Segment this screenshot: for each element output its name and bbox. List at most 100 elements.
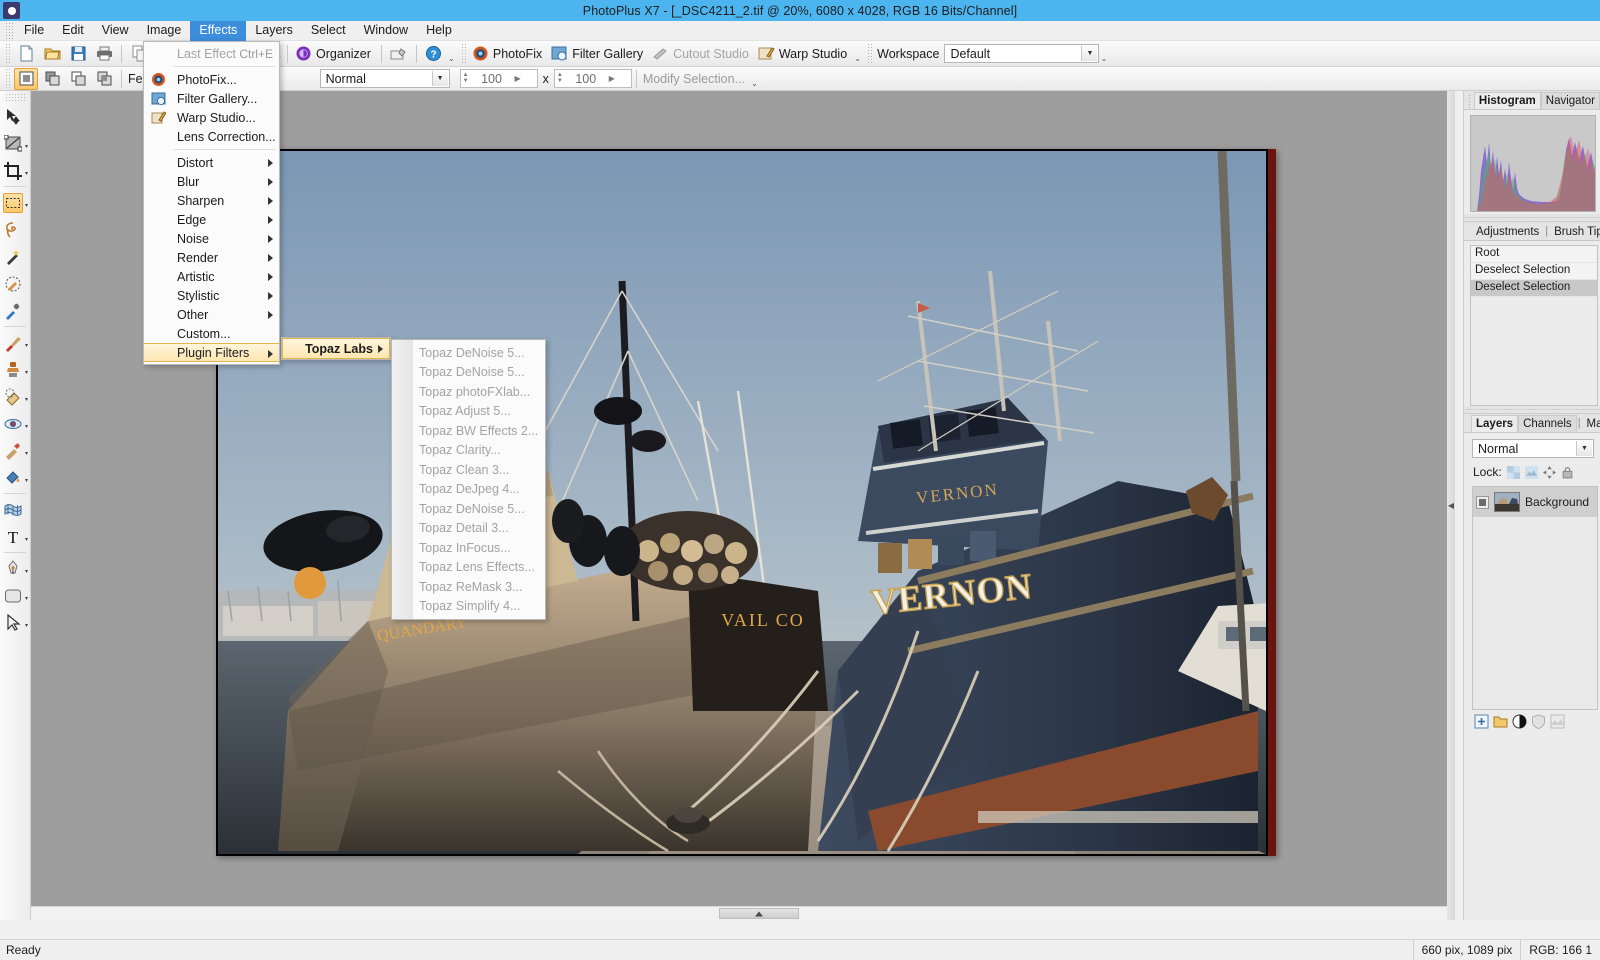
menu-item-photofix[interactable]: PhotoFix... — [144, 70, 279, 89]
lock-all-icon[interactable] — [1561, 466, 1574, 479]
menu-item-topaz-adjust[interactable]: Topaz Adjust 5... — [392, 402, 545, 422]
smudge-flyout-icon[interactable]: ▾ — [25, 450, 28, 457]
menu-item-noise[interactable]: Noise — [144, 229, 279, 248]
workspace-toolbar-overflow[interactable]: ⌄ — [1099, 43, 1108, 65]
horizontal-scrollbar[interactable] — [31, 906, 1455, 920]
histogram-panel-grip-icon[interactable] — [1468, 94, 1471, 108]
menu-item-topaz-photofxlab[interactable]: Topaz photoFXlab... — [392, 382, 545, 402]
quickfix-button[interactable] — [387, 43, 411, 65]
menu-edit[interactable]: Edit — [53, 21, 93, 41]
flood-fill-tool[interactable]: ▾ — [0, 464, 30, 491]
lock-image-icon[interactable] — [1524, 465, 1538, 479]
smudge-tool[interactable]: ▾ — [0, 437, 30, 464]
eraser-flyout-icon[interactable]: ▾ — [25, 396, 28, 403]
magic-wand-tool[interactable] — [0, 243, 30, 270]
tab-mask[interactable]: Mask — [1582, 415, 1600, 432]
eraser-tool[interactable]: ▾ — [0, 383, 30, 410]
menu-item-warp-studio[interactable]: Warp Studio... — [144, 108, 279, 127]
selection-width-stepper[interactable]: ▲ ▼ 100 ▶ — [459, 69, 538, 88]
menu-item-sharpen[interactable]: Sharpen — [144, 191, 279, 210]
studio-toolbar-overflow[interactable]: ⌄ — [853, 43, 862, 65]
history-item-deselect-2[interactable]: Deselect Selection — [1471, 280, 1597, 297]
workspace-select[interactable]: Default ▼ — [944, 44, 1100, 63]
menu-item-render[interactable]: Render — [144, 248, 279, 267]
clone-stamp-tool[interactable]: ▾ — [0, 356, 30, 383]
paintbrush-tool[interactable]: ▾ — [0, 329, 30, 356]
menu-item-topaz-detail[interactable]: Topaz Detail 3... — [392, 519, 545, 539]
menu-item-topaz-simplify[interactable]: Topaz Simplify 4... — [392, 597, 545, 617]
color-picker-tool[interactable] — [0, 297, 30, 324]
stepper-arrows-icon[interactable]: ▲ ▼ — [463, 72, 469, 84]
lock-position-icon[interactable] — [1542, 465, 1556, 479]
clone-flyout-icon[interactable]: ▾ — [25, 369, 28, 376]
crop-flyout-icon[interactable]: ▾ — [25, 170, 28, 177]
shape-tool[interactable]: ▾ — [0, 582, 30, 609]
menu-item-edge[interactable]: Edge — [144, 210, 279, 229]
menu-image[interactable]: Image — [138, 21, 191, 41]
new-selection-button[interactable] — [14, 67, 38, 90]
lasso-tool[interactable] — [0, 216, 30, 243]
panel-drag-handle-1[interactable] — [1464, 214, 1600, 222]
chevron-down-icon-3[interactable]: ▼ — [1576, 441, 1592, 456]
menu-item-last-effect[interactable]: Last Effect Ctrl+E — [144, 44, 279, 63]
mesh-warp-tool[interactable] — [0, 496, 30, 523]
menu-window[interactable]: Window — [355, 21, 417, 41]
toolbar-grip-icon[interactable] — [4, 43, 11, 64]
photofix-button[interactable]: PhotoFix — [469, 43, 548, 64]
horizontal-scrollbar-thumb[interactable] — [719, 908, 799, 919]
layer-mask-button[interactable] — [1531, 714, 1546, 729]
studio-toolbar-grip-icon[interactable] — [459, 43, 467, 64]
marquee-flyout-icon[interactable]: ▾ — [25, 202, 28, 209]
menu-item-topaz-clarity[interactable]: Topaz Clarity... — [392, 441, 545, 461]
crop-tool[interactable]: ▾ — [0, 157, 30, 184]
layer-blend-mode-select[interactable]: Normal ▼ — [1472, 439, 1594, 458]
menu-item-topaz-bw-effects[interactable]: Topaz BW Effects 2... — [392, 421, 545, 441]
text-tool[interactable]: T ▾ — [0, 523, 30, 550]
layers-list[interactable]: Background — [1472, 486, 1598, 710]
help-button[interactable]: ? — [422, 43, 446, 65]
menu-select[interactable]: Select — [302, 21, 355, 41]
plugin-filters-submenu[interactable]: Topaz Labs — [281, 337, 391, 360]
options-toolbar-grip-icon[interactable] — [4, 68, 11, 89]
topaz-labs-submenu[interactable]: Topaz DeNoise 5... Topaz DeNoise 5... To… — [391, 339, 546, 620]
new-document-button[interactable] — [14, 43, 38, 65]
menu-item-stylistic[interactable]: Stylistic — [144, 286, 279, 305]
menu-item-topaz-infocus[interactable]: Topaz InFocus... — [392, 538, 545, 558]
options-toolbar-overflow[interactable]: ⌄ — [750, 68, 759, 90]
add-group-button[interactable] — [1493, 714, 1508, 729]
filter-gallery-button[interactable]: Filter Gallery — [548, 43, 649, 64]
add-layer-button[interactable] — [1474, 714, 1489, 729]
panel-drag-handle-2[interactable] — [1464, 406, 1600, 414]
text-flyout-icon[interactable]: ▾ — [25, 536, 28, 543]
fill-flyout-icon[interactable]: ▾ — [25, 477, 28, 484]
menu-item-distort[interactable]: Distort — [144, 153, 279, 172]
image-canvas[interactable]: VAIL CO QUANDARY VERNON VERNON — [216, 149, 1276, 856]
warp-studio-button[interactable]: Warp Studio — [755, 43, 853, 64]
blend-mode-select[interactable]: Normal ▼ — [319, 69, 450, 88]
organizer-button[interactable]: Organizer — [292, 43, 377, 64]
menu-help[interactable]: Help — [417, 21, 461, 41]
node-edit-tool[interactable]: ▾ — [0, 609, 30, 636]
menu-view[interactable]: View — [93, 21, 138, 41]
history-list[interactable]: Root Deselect Selection Deselect Selecti… — [1470, 245, 1598, 406]
menu-item-topaz-remask[interactable]: Topaz ReMask 3... — [392, 577, 545, 597]
menu-file[interactable]: File — [15, 21, 53, 41]
menu-item-topaz-denoise-2[interactable]: Topaz DeNoise 5... — [392, 363, 545, 383]
layer-row-background[interactable]: Background — [1473, 487, 1597, 517]
menu-effects[interactable]: Effects — [190, 20, 247, 41]
menu-layers[interactable]: Layers — [246, 21, 302, 41]
adjustment-layer-button[interactable] — [1512, 714, 1527, 729]
menu-item-custom[interactable]: Custom... — [144, 324, 279, 343]
red-eye-flyout-icon[interactable]: ▾ — [25, 423, 28, 430]
menu-item-lens-correction[interactable]: Lens Correction... — [144, 127, 279, 146]
height-flyout-icon[interactable]: ▶ — [609, 74, 615, 83]
modify-selection-button[interactable]: Modify Selection... — [643, 72, 745, 86]
red-eye-tool[interactable]: ▾ — [0, 410, 30, 437]
panel-splitter[interactable]: ◀ — [1447, 91, 1455, 920]
move-tool[interactable] — [0, 103, 30, 130]
layer-visibility-toggle-icon[interactable] — [1476, 495, 1489, 509]
chevron-left-icon[interactable]: ◀ — [1448, 501, 1454, 510]
history-item-deselect-1[interactable]: Deselect Selection — [1471, 263, 1597, 280]
pen-flyout-icon[interactable]: ▾ — [25, 568, 28, 575]
menu-item-blur[interactable]: Blur — [144, 172, 279, 191]
